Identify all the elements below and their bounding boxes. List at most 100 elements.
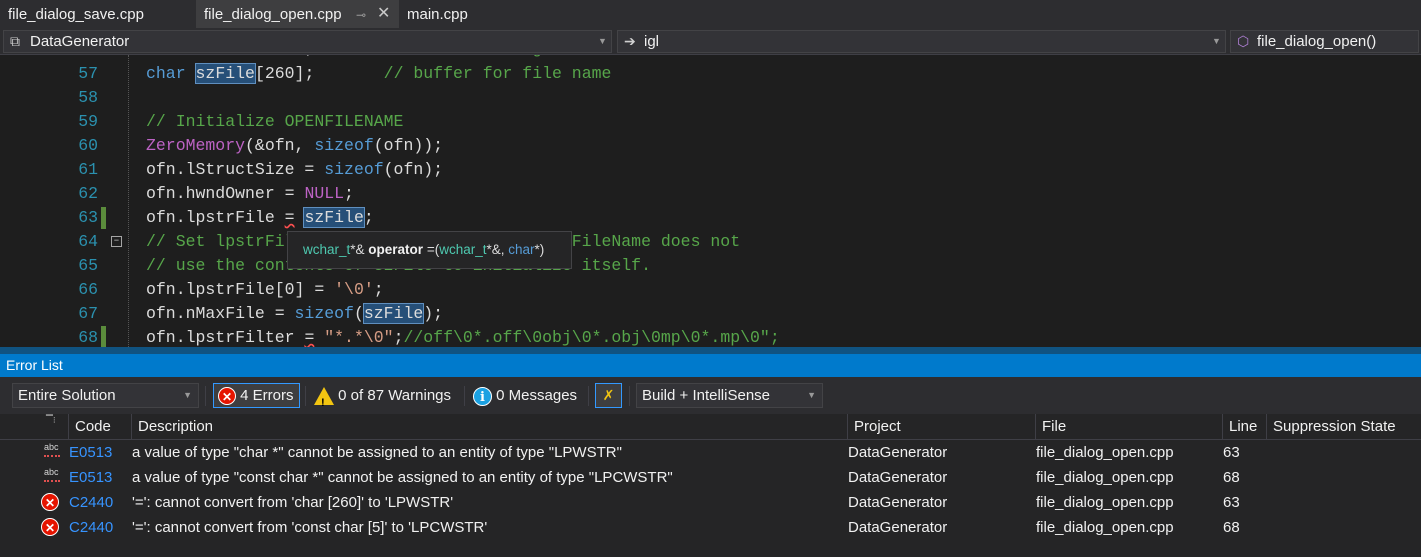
code-line: ofn.hwndOwner = NULL; bbox=[146, 184, 354, 203]
code-line: ofn.nMaxFile = sizeof(szFile); bbox=[146, 303, 444, 324]
indent-guide bbox=[128, 55, 129, 347]
error-code-link[interactable]: E0513 bbox=[69, 440, 112, 465]
navigation-bar: ⧉ DataGenerator ▼ ➔ igl ▼ ⬡ file_dialog_… bbox=[0, 28, 1421, 55]
build-filter-label: Build + IntelliSense bbox=[642, 387, 770, 404]
code-line: ZeroMemory(&ofn, sizeof(ofn)); bbox=[146, 136, 444, 155]
error-description: a value of type "char *" cannot be assig… bbox=[132, 444, 622, 461]
line-number: 67 bbox=[78, 304, 98, 323]
tab-file-dialog-open[interactable]: file_dialog_open.cpp ⊸ ✕ bbox=[196, 0, 399, 28]
messages-count-label: 0 Messages bbox=[496, 387, 578, 404]
line-number: 66 bbox=[78, 280, 98, 299]
squiggle-mark bbox=[44, 452, 60, 457]
tab-label: file_dialog_save.cpp bbox=[8, 6, 144, 23]
code-line: ofn.lpstrFile[0] = '\0'; bbox=[146, 280, 384, 299]
tooltip-type: wchar_t bbox=[303, 242, 351, 257]
errors-count-label: 4 Errors bbox=[240, 387, 294, 404]
project-dropdown[interactable]: ⧉ DataGenerator ▼ bbox=[3, 30, 612, 53]
line-number: 59 bbox=[78, 112, 98, 131]
arrow-right-icon: ➔ bbox=[624, 33, 636, 49]
tab-main[interactable]: main.cpp bbox=[399, 0, 489, 28]
build-filter-dropdown[interactable]: Build + IntelliSense ▼ bbox=[636, 383, 823, 408]
scope-dropdown-label: igl bbox=[644, 33, 660, 50]
warning-icon: ! bbox=[314, 387, 334, 409]
column-sort-icon[interactable]: ▔⁝ bbox=[40, 414, 68, 440]
line-number: 58 bbox=[78, 88, 98, 107]
scope-filter-label: Entire Solution bbox=[18, 387, 116, 404]
table-row[interactable]: abc E0513 a value of type "char *" canno… bbox=[0, 440, 1421, 465]
chevron-down-icon: ▼ bbox=[1212, 36, 1221, 46]
project-dropdown-label: DataGenerator bbox=[30, 33, 130, 50]
warnings-count-label: 0 of 87 Warnings bbox=[338, 387, 452, 404]
errors-filter-button[interactable]: ✕ 4 Errors bbox=[213, 383, 300, 408]
error-icon: ✕ bbox=[218, 387, 236, 406]
line-number: 63 bbox=[78, 208, 98, 227]
change-marker bbox=[101, 326, 106, 347]
error-description: '=': cannot convert from 'const char [5]… bbox=[132, 519, 488, 536]
tooltip-text: *& bbox=[350, 242, 369, 257]
column-header-suppression[interactable]: Suppression State bbox=[1266, 414, 1421, 440]
column-header-file[interactable]: File bbox=[1035, 414, 1222, 440]
column-header-code[interactable]: Code bbox=[68, 414, 131, 440]
error-code-link[interactable]: C2440 bbox=[69, 515, 113, 540]
member-dropdown-label: file_dialog_open() bbox=[1257, 33, 1377, 50]
error-file: file_dialog_open.cpp bbox=[1036, 469, 1174, 486]
tab-label: file_dialog_open.cpp bbox=[204, 6, 342, 23]
panel-splitter[interactable] bbox=[0, 347, 1421, 354]
code-line: char szFile[260]; // buffer for file nam… bbox=[146, 63, 612, 84]
code-editor[interactable]: − 56 OPENFILENAME ofn; // common dialog … bbox=[0, 55, 1421, 347]
change-marker bbox=[101, 207, 106, 229]
build-error-icon: ✕ bbox=[41, 518, 59, 536]
scope-dropdown[interactable]: ➔ igl ▼ bbox=[617, 30, 1226, 53]
column-header-description[interactable]: Description bbox=[131, 414, 847, 440]
table-row[interactable]: ✕ C2440 '=': cannot convert from 'char [… bbox=[0, 490, 1421, 515]
pin-icon[interactable]: ⊸ bbox=[356, 0, 366, 30]
tooltip-text: *&, bbox=[486, 242, 509, 257]
error-code-link[interactable]: E0513 bbox=[69, 465, 112, 490]
quick-info-tooltip: wchar_t*& operator =(wchar_t*&, char*) bbox=[287, 231, 572, 269]
close-icon[interactable]: ✕ bbox=[377, 0, 390, 29]
error-list-panel: Error List Entire Solution ▼ ✕ 4 Errors … bbox=[0, 347, 1421, 557]
error-description: '=': cannot convert from 'char [260]' to… bbox=[132, 494, 454, 511]
error-description: a value of type "const char *" cannot be… bbox=[132, 469, 673, 486]
error-line: 63 bbox=[1223, 444, 1240, 461]
line-number: 60 bbox=[78, 136, 98, 155]
warnings-filter-button[interactable]: ! 0 of 87 Warnings bbox=[314, 383, 452, 409]
collapse-outline-icon[interactable]: − bbox=[111, 236, 122, 247]
code-line: OPENFILENAME ofn; // common dialog box s… bbox=[146, 55, 681, 58]
squiggle-mark bbox=[44, 477, 60, 482]
toolbar-separator bbox=[305, 386, 306, 406]
member-dropdown[interactable]: ⬡ file_dialog_open() bbox=[1230, 30, 1419, 53]
error-code-link[interactable]: C2440 bbox=[69, 490, 113, 515]
tab-label: main.cpp bbox=[407, 6, 468, 23]
error-project: DataGenerator bbox=[848, 444, 948, 461]
line-number: 56 bbox=[56, 55, 98, 58]
intellisense-error-icon: abc bbox=[44, 467, 59, 477]
tab-file-dialog-save[interactable]: file_dialog_save.cpp bbox=[0, 0, 196, 28]
chevron-down-icon: ▼ bbox=[598, 36, 607, 46]
method-icon: ⬡ bbox=[1237, 33, 1250, 49]
error-list-title[interactable]: Error List bbox=[0, 354, 1421, 377]
table-row[interactable]: ✕ C2440 '=': cannot convert from 'const … bbox=[0, 515, 1421, 540]
tooltip-text: =( bbox=[423, 242, 440, 257]
table-row[interactable]: abc E0513 a value of type "const char *"… bbox=[0, 465, 1421, 490]
line-number: 68 bbox=[78, 328, 98, 347]
code-line: ofn.lpstrFile = szFile; bbox=[146, 207, 374, 228]
tooltip-type: char bbox=[508, 242, 535, 257]
scope-filter-dropdown[interactable]: Entire Solution ▼ bbox=[12, 383, 199, 408]
line-number: 64 bbox=[78, 232, 98, 251]
code-line: // Initialize OPENFILENAME bbox=[146, 112, 404, 131]
error-file: file_dialog_open.cpp bbox=[1036, 519, 1174, 536]
messages-filter-button[interactable]: i 0 Messages bbox=[473, 383, 577, 408]
clear-filter-icon[interactable]: ✗ bbox=[595, 383, 622, 408]
tooltip-keyword: operator bbox=[368, 242, 424, 257]
error-line: 63 bbox=[1223, 494, 1240, 511]
chevron-down-icon: ▼ bbox=[807, 390, 816, 400]
column-header-line[interactable]: Line bbox=[1222, 414, 1266, 440]
tooltip-type: wchar_t bbox=[439, 242, 487, 257]
toolbar-separator bbox=[464, 386, 465, 406]
column-header-project[interactable]: Project bbox=[847, 414, 1035, 440]
chevron-down-icon: ▼ bbox=[183, 390, 192, 400]
error-project: DataGenerator bbox=[848, 519, 948, 536]
project-icon: ⧉ bbox=[10, 33, 20, 49]
line-number: 61 bbox=[78, 160, 98, 179]
